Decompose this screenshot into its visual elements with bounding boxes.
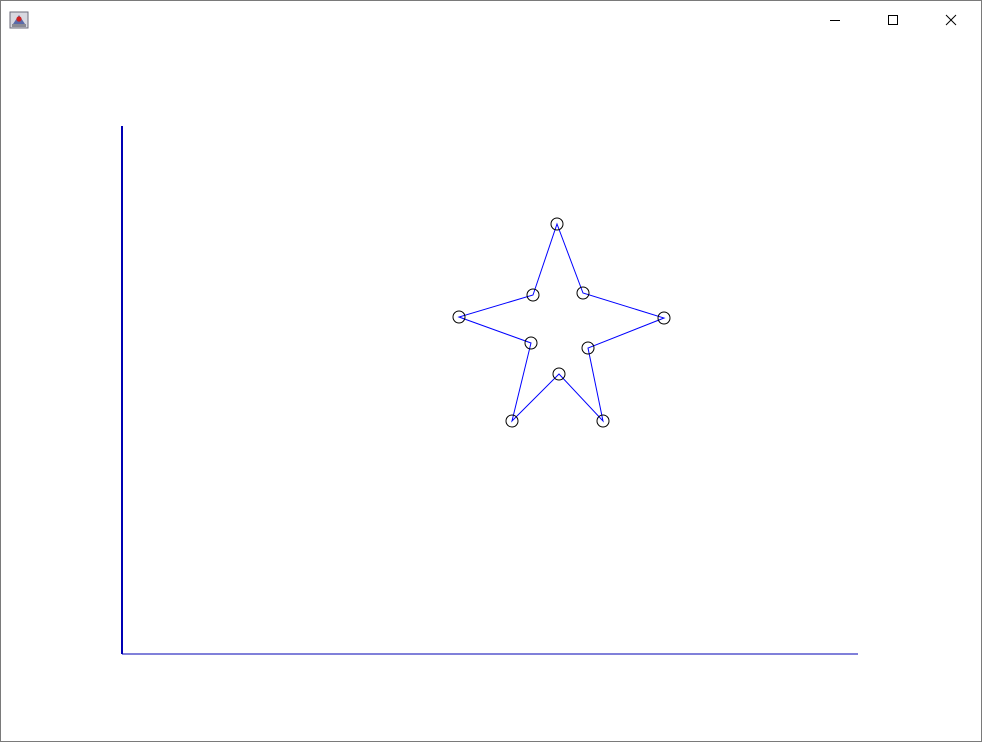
title-bar[interactable] [1, 1, 981, 39]
minimize-button[interactable] [806, 1, 864, 39]
minimize-icon [830, 20, 840, 21]
point-markers [452, 217, 671, 428]
close-button[interactable] [922, 1, 980, 39]
java-app-icon[interactable] [9, 10, 29, 30]
close-icon [945, 14, 957, 26]
star-polygon [457, 222, 666, 423]
maximize-button[interactable] [864, 1, 922, 39]
maximize-icon [888, 15, 898, 25]
application-window [0, 0, 982, 742]
plot-canvas [121, 126, 858, 655]
